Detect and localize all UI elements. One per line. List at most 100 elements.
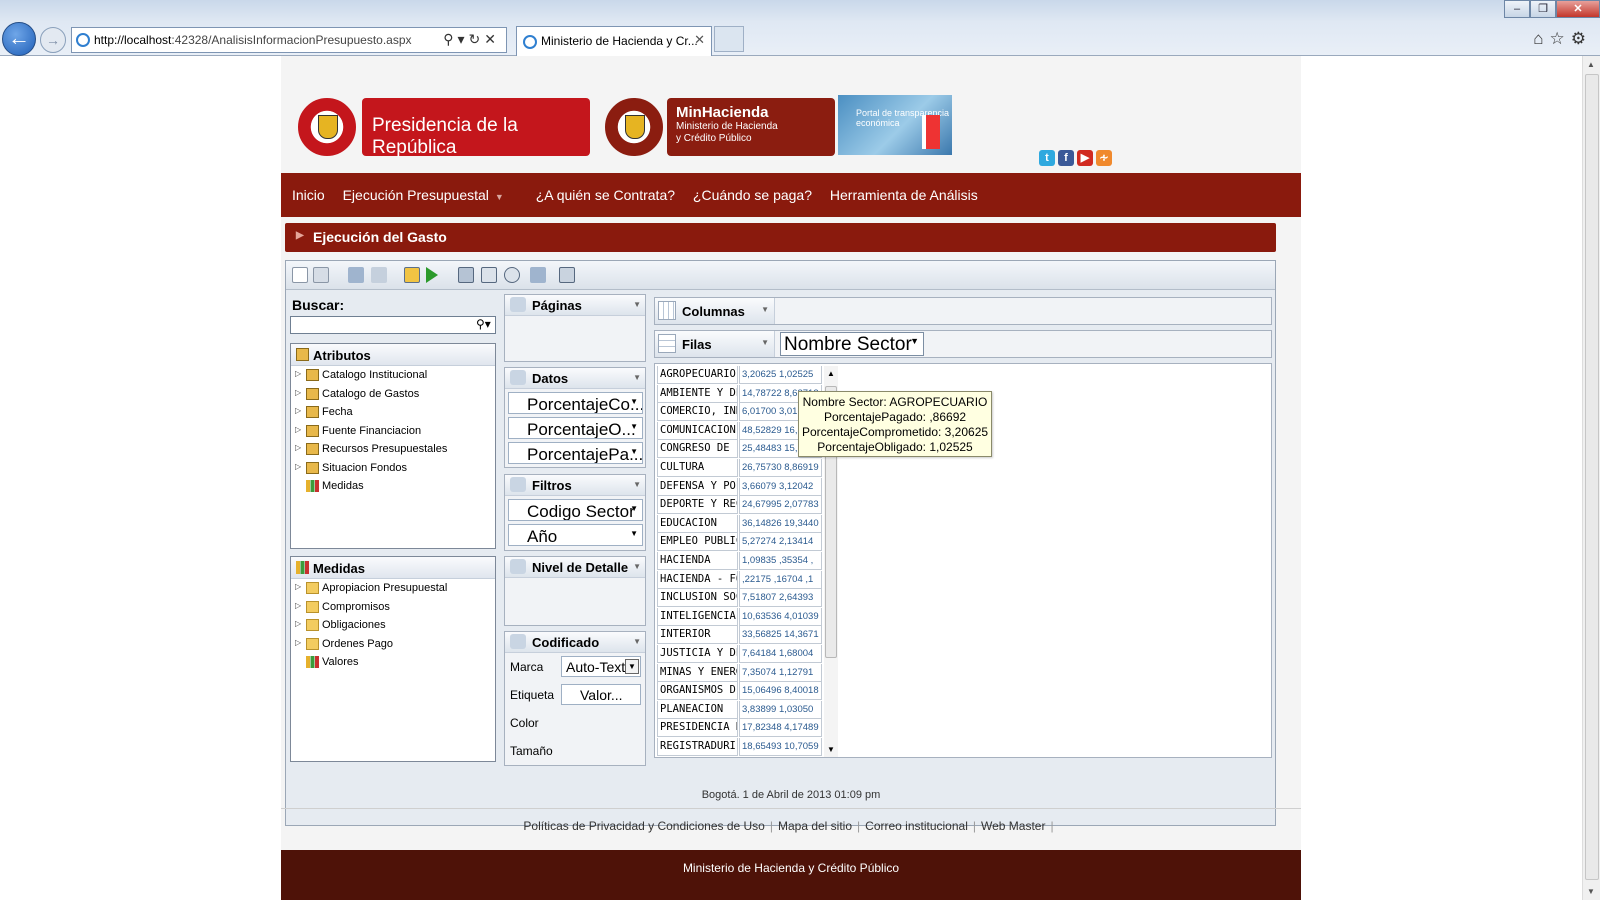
grid-row-values[interactable]: 10,63536 4,01039 [739, 607, 822, 626]
youtube-icon[interactable]: ▶ [1077, 150, 1093, 166]
auto-update-icon[interactable] [404, 267, 420, 283]
grid-row[interactable]: MINAS Y ENERG 7,35074 1,12791 [657, 663, 822, 683]
tamano-row[interactable]: Tamaño [505, 737, 645, 765]
grid-row-values[interactable]: 26,75730 8,86919 [739, 458, 822, 477]
footer-link-correo[interactable]: Correo institucional [865, 819, 968, 833]
fit-icon[interactable] [504, 267, 520, 283]
scroll-down-icon[interactable]: ▼ [827, 745, 835, 754]
nav-item-contrata[interactable]: ¿A quién se Contrata? [536, 187, 675, 203]
grid-row-values[interactable]: 3,83899 1,03050 [739, 700, 822, 719]
expand-icon[interactable]: ▷ [295, 388, 301, 397]
tree-item-situacion-fondos[interactable]: ▷ Situacion Fondos [291, 459, 495, 478]
chevron-down-icon[interactable]: ▼ [633, 562, 641, 571]
tree-item-apropiacion[interactable]: ▷ Apropiacion Presupuestal [291, 579, 495, 598]
facebook-icon[interactable]: f [1058, 150, 1074, 166]
back-button[interactable]: ← [2, 22, 36, 56]
tree-item-valores[interactable]: Valores [291, 653, 495, 672]
grid-row[interactable]: HACIENDA - FO ,22175 ,16704 ,1 [657, 570, 822, 590]
expand-icon[interactable]: ▷ [295, 369, 301, 378]
expand-icon[interactable]: ▷ [295, 406, 301, 415]
chart-type-icon[interactable] [559, 267, 575, 283]
columns-shelf[interactable]: Columnas ▼ [654, 297, 1272, 325]
nav-item-herramienta[interactable]: Herramienta de Análisis [830, 187, 978, 203]
rows-shelf[interactable]: Filas ▼ Nombre Sector ▼ [654, 330, 1272, 358]
presidencia-logo[interactable]: Presidencia de la República [298, 98, 590, 158]
grid-row-values[interactable]: 7,51807 2,64393 [739, 589, 822, 608]
chevron-down-icon[interactable]: ▼ [633, 637, 641, 646]
footer-link-webmaster[interactable]: Web Master [981, 819, 1045, 833]
scroll-thumb[interactable] [1585, 74, 1599, 880]
grid-row-values[interactable]: 15,06496 8,40018 [739, 682, 822, 701]
grid-row[interactable]: DEPORTE Y REC 24,67995 2,07783 [657, 496, 822, 515]
grid-row[interactable]: INTERIOR 33,56825 14,3671 [657, 626, 822, 645]
grid-row[interactable]: CULTURA 26,75730 8,86919 [657, 458, 822, 478]
expand-icon[interactable]: ▷ [295, 425, 301, 434]
chevron-down-icon[interactable]: ▼ [633, 300, 641, 309]
data-shelf[interactable]: Datos ▼ PorcentajeCo... ▼ PorcentajeO... ▼ … [504, 367, 646, 468]
pages-shelf[interactable]: Páginas ▼ [504, 294, 646, 362]
filter-pill-ano[interactable]: Año ▼ [508, 524, 643, 546]
chevron-down-icon[interactable]: ▼ [630, 447, 638, 456]
tree-item-catalogo-gastos[interactable]: ▷ Catalogo de Gastos [291, 385, 495, 404]
tree-item-fuente-financiacion[interactable]: ▷ Fuente Financiacion [291, 422, 495, 441]
grid-row[interactable]: DEFENSA Y POL 3,66079 3,12042 [657, 477, 822, 497]
filters-shelf[interactable]: Filtros ▼ Codigo Sector ▼ Año ▼ [504, 474, 646, 551]
row-pill-nombre-sector[interactable]: Nombre Sector ▼ [780, 332, 924, 356]
new-tab-button[interactable] [714, 26, 744, 52]
filter-pill-codigo-sector[interactable]: Codigo Sector ▼ [508, 499, 643, 521]
restore-button[interactable]: ❐ [1530, 0, 1556, 18]
expand-icon[interactable]: ▷ [295, 582, 301, 591]
nav-item-paga[interactable]: ¿Cuándo se paga? [693, 187, 812, 203]
chevron-down-icon[interactable]: ▼ [761, 338, 769, 347]
tree-item-obligaciones[interactable]: ▷ Obligaciones [291, 616, 495, 635]
scroll-up-icon[interactable]: ▲ [827, 369, 835, 378]
chevron-down-icon[interactable]: ▼ [761, 305, 769, 314]
chevron-down-icon[interactable]: ▼ [633, 480, 641, 489]
favorites-star-icon[interactable]: ☆ [1550, 29, 1571, 48]
chevron-down-icon[interactable]: ▼ [630, 529, 638, 538]
portal-transparencia-logo[interactable]: Portal de transparencia económica [838, 95, 952, 155]
clear-icon[interactable] [481, 267, 497, 283]
tree-item-fecha[interactable]: ▷ Fecha [291, 403, 495, 422]
expand-icon[interactable]: ▷ [295, 443, 301, 452]
grid-row[interactable]: EMPLEO PUBLIC 5,27274 2,13414 [657, 533, 822, 552]
grid-row-values[interactable]: 1,09835 ,35354 , [739, 551, 822, 570]
search-input[interactable] [290, 316, 496, 334]
grid-row[interactable]: PRESIDENCIA D 17,82348 4,17489 [657, 719, 822, 738]
data-pill-pagado[interactable]: PorcentajePa... ▼ [508, 442, 643, 464]
grid-row-values[interactable]: 36,14826 19,3440 [739, 514, 822, 533]
data-pill-obligado[interactable]: PorcentajeO... ▼ [508, 417, 643, 439]
swap-axes-icon[interactable] [458, 267, 474, 283]
chevron-down-icon[interactable]: ▼ [910, 336, 919, 346]
twitter-icon[interactable]: t [1039, 150, 1055, 166]
chevron-down-icon[interactable]: ▼ [630, 504, 638, 513]
play-icon[interactable] [426, 267, 438, 283]
address-controls[interactable]: ⚲▾↻✕ [443, 31, 500, 48]
grid-row-values[interactable]: 18,65493 10,7059 [739, 737, 822, 756]
home-icon[interactable]: ⌂ [1533, 29, 1549, 48]
scroll-up-icon[interactable]: ▲ [1587, 60, 1595, 69]
expand-icon[interactable]: ▷ [295, 619, 301, 628]
chevron-down-icon[interactable]: ▼ [633, 373, 641, 382]
page-scrollbar[interactable]: ▲ ▼ [1582, 56, 1600, 900]
chevron-down-icon[interactable]: ▼ [630, 397, 638, 406]
grid-row-values[interactable]: ,22175 ,16704 ,1 [739, 570, 822, 589]
color-row[interactable]: Color [505, 709, 645, 737]
forward-button[interactable]: → [40, 27, 66, 53]
grid-row[interactable]: INTELIGENCIA 10,63536 4,01039 [657, 607, 822, 627]
close-window-button[interactable]: ✕ [1556, 0, 1600, 18]
etiqueta-pill[interactable]: Valor... [561, 684, 641, 705]
new-icon[interactable] [292, 267, 308, 283]
tree-item-recursos-presupuestales[interactable]: ▷ Recursos Presupuestales [291, 440, 495, 459]
grid-row-values[interactable]: 3,20625 1,02525 [739, 366, 822, 384]
minhacienda-logo[interactable]: MinHacienda Ministerio de Hacienda y Cré… [605, 98, 841, 156]
grid-row-values[interactable]: 24,67995 2,07783 [739, 496, 822, 515]
grid-row[interactable]: REGISTRADURI 18,65493 10,7059 [657, 737, 822, 757]
grid-row[interactable]: ORGANISMOS D 15,06496 8,40018 [657, 682, 822, 701]
grid-row[interactable]: PLANEACION 3,83899 1,03050 [657, 700, 822, 720]
footer-link-mapa[interactable]: Mapa del sitio [778, 819, 852, 833]
grid-row[interactable]: JUSTICIA Y DEL7,64184 1,68004 [657, 644, 822, 664]
grid-row[interactable]: AGROPECUARIO 3,20625 1,02525 [657, 366, 822, 385]
grid-row[interactable]: EDUCACION 36,14826 19,3440 [657, 514, 822, 534]
grid-row-values[interactable]: 17,82348 4,17489 [739, 719, 822, 738]
